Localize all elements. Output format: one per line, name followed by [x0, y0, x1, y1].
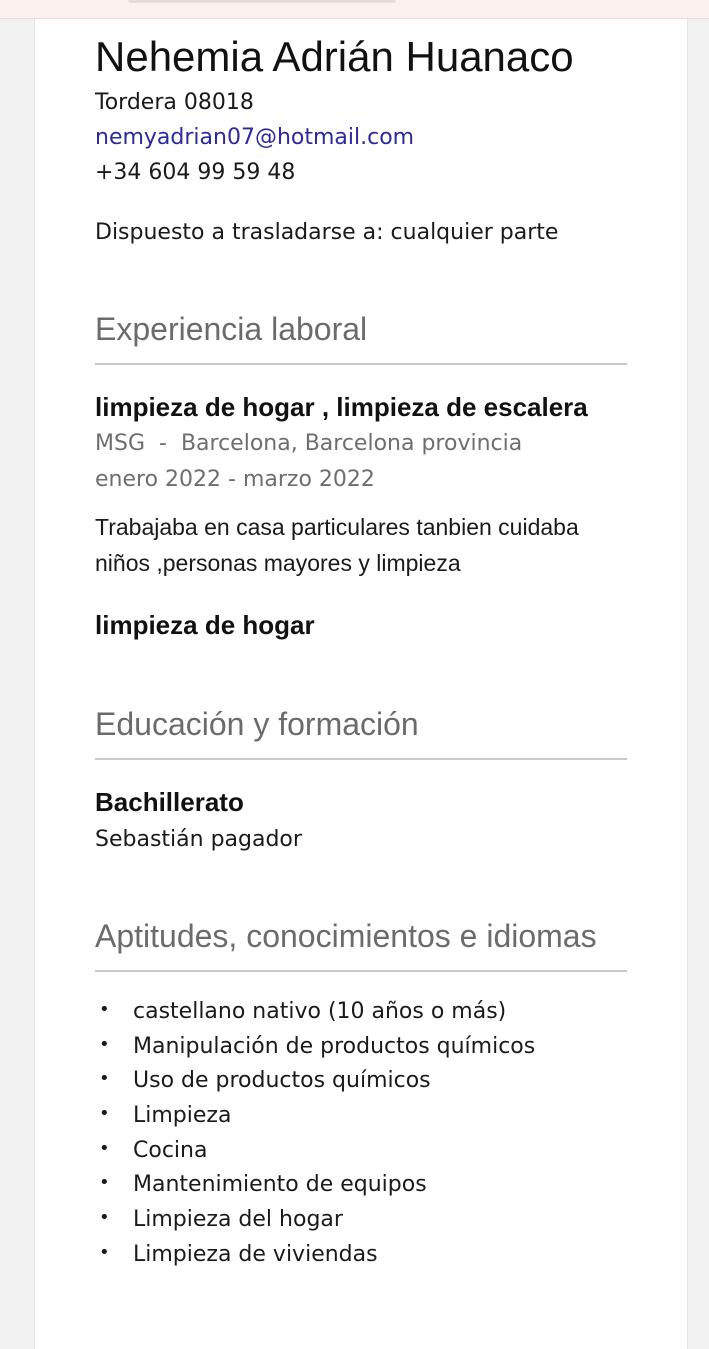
location-text: Tordera 08018 [95, 90, 254, 115]
skill-label: Limpieza de viviendas [133, 1241, 378, 1267]
bullet-icon: • [99, 1241, 110, 1263]
bullet-icon: • [99, 1103, 110, 1125]
experience-heading: Experiencia laboral [95, 311, 368, 347]
experience-divider [95, 363, 627, 365]
skills-list: • castellano nativo (10 años o más) • Mani… [95, 999, 535, 1277]
job-title: limpieza de hogar [95, 610, 315, 640]
list-item: • Limpieza [95, 1103, 535, 1138]
relocation-text: Dispuesto a trasladarse a: cualquier par… [95, 220, 559, 245]
bullet-icon: • [99, 1068, 110, 1090]
list-item: • Manipulación de productos químicos [95, 1034, 535, 1069]
list-item: • Limpieza de viviendas [95, 1242, 535, 1277]
list-item: • Mantenimiento de equipos [95, 1172, 535, 1207]
bullet-icon: • [99, 1172, 110, 1194]
job-company: MSG [95, 431, 145, 456]
education-heading: Educación y formación [95, 706, 419, 742]
skill-label: Manipulación de productos químicos [133, 1033, 536, 1059]
list-item: • Limpieza del hogar [95, 1207, 535, 1242]
skill-label: castellano nativo (10 años o más) [133, 999, 507, 1024]
skill-label: Mantenimiento de equipos [133, 1172, 427, 1198]
education-school: Sebastián pagador [95, 827, 302, 852]
skills-heading: Aptitudes, conocimientos e idiomas [95, 918, 597, 954]
skill-label: Uso de productos químicos [133, 1068, 431, 1094]
skills-divider [95, 970, 627, 972]
list-item: • Cocina [95, 1138, 535, 1173]
job-description: Trabajaba en casa particulares tanbien c… [95, 514, 579, 576]
list-item: • Uso de productos químicos [95, 1068, 535, 1103]
job-dates: enero 2022 - marzo 2022 [95, 467, 375, 492]
skill-label: Limpieza del hogar [133, 1207, 343, 1233]
education-degree: Bachillerato [95, 787, 244, 817]
job-meta: MSG - Barcelona, Barcelona provincia [95, 431, 522, 456]
bullet-icon: • [99, 1137, 110, 1159]
email-link[interactable]: nemyadrian07@hotmail.com [95, 125, 414, 150]
skill-label: Cocina [133, 1137, 208, 1163]
bullet-icon: • [99, 1207, 110, 1229]
job-location: Barcelona, Barcelona provincia [180, 431, 523, 456]
skill-label: Limpieza [133, 1103, 232, 1129]
list-item: • castellano nativo (10 años o más) [95, 999, 535, 1034]
drag-handle[interactable] [128, 0, 396, 3]
job-title: limpieza de hogar , limpieza de escalera [95, 392, 588, 422]
top-bar [0, 0, 709, 19]
job-meta-separator: - [159, 431, 167, 456]
candidate-name: Nehemia Adrián Huanaco [95, 33, 574, 80]
education-divider [95, 758, 627, 760]
bullet-icon: • [99, 999, 110, 1020]
phone-text: +34 604 99 59 48 [95, 160, 296, 185]
resume-page: Nehemia Adrián Huanaco Tordera 08018 nem… [34, 19, 688, 1349]
bullet-icon: • [99, 1033, 110, 1055]
